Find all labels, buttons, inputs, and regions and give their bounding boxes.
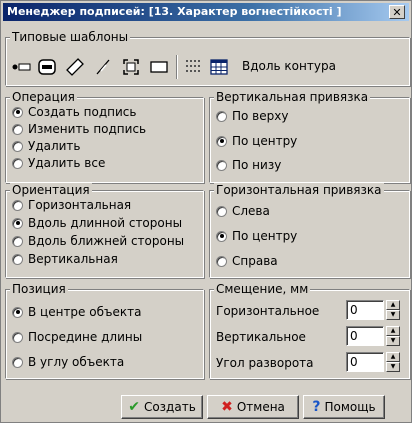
radio-button[interactable]	[12, 199, 23, 211]
templates-group: Типовые шаблоны Вдоль контура	[5, 30, 410, 86]
radio-object-center-label[interactable]: В центре объекта	[12, 304, 141, 320]
operation-group-title: Операция	[10, 90, 77, 104]
radio-button[interactable]	[12, 253, 23, 265]
radio-button[interactable]	[12, 106, 23, 118]
spin-down-icon[interactable]: ▼	[386, 362, 400, 372]
radio-right-label[interactable]: Справа	[216, 253, 278, 269]
radio-button[interactable]	[12, 123, 23, 135]
spin-down-icon[interactable]: ▼	[386, 336, 400, 346]
radio-long-side-label[interactable]: Вдоль длинной стороны	[12, 215, 182, 231]
spin-up-icon[interactable]: ▲	[386, 300, 400, 310]
radio-edit-label[interactable]: Изменить подпись	[12, 121, 146, 137]
rotation-angle-label: Угол разворота	[216, 356, 314, 370]
spin-down-icon[interactable]: ▼	[386, 310, 400, 320]
radio-button[interactable]	[216, 110, 227, 122]
radio-top-label[interactable]: По верху	[216, 108, 288, 124]
offset-vertical-label: Вертикальное	[216, 330, 306, 344]
position-group: Позиция В центре объекта Посредине длины…	[5, 282, 204, 379]
title-bar: Менеджер подписей: [13. Характер вогнест…	[3, 3, 409, 21]
radio-button[interactable]	[12, 356, 23, 368]
radio-button[interactable]	[12, 157, 23, 169]
offset-horizontal-label: Горизонтальное	[216, 304, 320, 318]
radio-vcenter-label[interactable]: По центру	[216, 133, 297, 149]
checkmark-icon: ✔	[128, 399, 140, 415]
cancel-button[interactable]: ✖ Отмена	[207, 395, 299, 419]
radio-button[interactable]	[12, 217, 23, 229]
radio-button[interactable]	[216, 255, 227, 267]
dialog-window: Менеджер подписей: [13. Характер вогнест…	[0, 0, 412, 423]
offset-horizontal-input[interactable]: 0	[346, 300, 384, 320]
window-title: Менеджер подписей: [13. Характер вогнест…	[7, 5, 342, 18]
position-group-title: Позиция	[10, 282, 68, 296]
radio-delete-label[interactable]: Удалить	[12, 138, 81, 154]
radio-horizontal-label[interactable]: Горизонтальная	[12, 197, 131, 213]
cross-icon: ✖	[221, 399, 233, 415]
horizontal-align-group: Горизонтальная привязка Слева По центру …	[209, 183, 410, 278]
offset-group: Смещение, мм Горизонтальное 0 ▲ ▼ Вертика…	[209, 282, 410, 379]
radio-button[interactable]	[216, 135, 227, 147]
question-mark-icon: ?	[312, 399, 321, 415]
offset-horizontal-spinner[interactable]: 0 ▲ ▼	[346, 300, 400, 320]
spin-up-icon[interactable]: ▲	[386, 326, 400, 336]
rotation-angle-spinner[interactable]: 0 ▲ ▼	[346, 352, 400, 372]
dotted-grid-icon[interactable]	[182, 56, 204, 78]
contour-label[interactable]: Вдоль контура	[242, 58, 336, 74]
operation-group: Операция Создать подпись Изменить подпис…	[5, 90, 204, 183]
rectangle-icon[interactable]	[148, 56, 170, 78]
close-button[interactable]: ✕	[389, 5, 405, 19]
rotation-angle-input[interactable]: 0	[346, 352, 384, 372]
radio-button[interactable]	[216, 205, 227, 217]
orientation-group-title: Ориентация	[10, 183, 92, 197]
vertical-align-title: Вертикальная привязка	[214, 90, 371, 104]
radio-left-label[interactable]: Слева	[216, 203, 270, 219]
radio-hcenter-label[interactable]: По центру	[216, 228, 297, 244]
offset-vertical-input[interactable]: 0	[346, 326, 384, 346]
radio-button[interactable]	[12, 140, 23, 152]
radio-vertical-label[interactable]: Вертикальная	[12, 251, 118, 267]
radio-create-label[interactable]: Создать подпись	[12, 104, 136, 120]
radio-bottom-label[interactable]: По низу	[216, 157, 281, 173]
vertical-align-group: Вертикальная привязка По верху По центру…	[209, 90, 410, 183]
help-button[interactable]: ? Помощь	[303, 395, 385, 419]
offset-vertical-spinner[interactable]: 0 ▲ ▼	[346, 326, 400, 346]
radio-object-corner-label[interactable]: В углу объекта	[12, 354, 124, 370]
offset-group-title: Смещение, мм	[214, 282, 311, 296]
radio-delete-all-label[interactable]: Удалить все	[12, 155, 105, 171]
templates-group-title: Типовые шаблоны	[10, 30, 131, 44]
radio-button[interactable]	[216, 230, 227, 242]
radio-button[interactable]	[216, 159, 227, 171]
radio-button[interactable]	[12, 331, 23, 343]
radio-mid-length-label[interactable]: Посредине длины	[12, 329, 142, 345]
create-button[interactable]: ✔ Создать	[121, 395, 203, 419]
radio-button[interactable]	[12, 306, 23, 318]
bracket-frame-icon[interactable]	[120, 56, 142, 78]
spin-up-icon[interactable]: ▲	[386, 352, 400, 362]
rounded-rect-icon[interactable]	[36, 56, 58, 78]
radio-button[interactable]	[12, 235, 23, 247]
toolbar-separator	[176, 55, 178, 79]
orientation-group: Ориентация Горизонтальная Вдоль длинной …	[5, 183, 204, 278]
radio-near-side-label[interactable]: Вдоль ближней стороны	[12, 233, 184, 249]
diamond-icon[interactable]	[64, 56, 86, 78]
table-grid-icon[interactable]	[208, 56, 230, 78]
dot-line-icon[interactable]	[10, 56, 32, 78]
diagonal-line-icon[interactable]	[92, 56, 114, 78]
horizontal-align-title: Горизонтальная привязка	[214, 183, 384, 197]
